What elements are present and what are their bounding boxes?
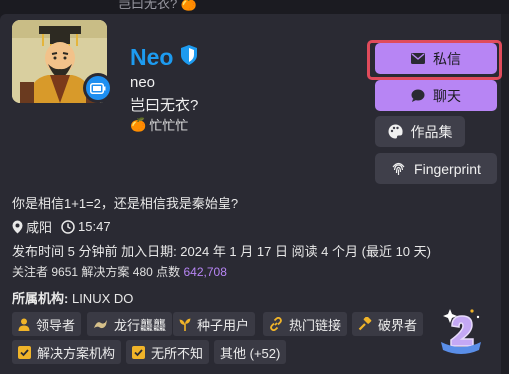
points-label: 点数: [156, 265, 181, 279]
badge-label: 龙行龘龘: [114, 317, 167, 333]
badge-hot-link[interactable]: 热门链接: [263, 312, 348, 336]
status-badge: [83, 73, 113, 103]
clock-icon: [61, 219, 75, 234]
badge-label: 种子用户: [197, 317, 250, 333]
badge-label: 破界者: [378, 317, 418, 333]
chat-button-label: 聊天: [433, 87, 461, 104]
map-pin-icon: [12, 220, 23, 234]
shield-icon: [179, 44, 199, 71]
badge-dragon[interactable]: 龙行龘龘: [87, 312, 173, 336]
badge-label: 解决方案机构: [37, 345, 116, 361]
local-time: 15:47: [78, 219, 111, 234]
hammer-icon: [358, 317, 372, 331]
display-name[interactable]: Neo: [130, 44, 173, 71]
top-bar: 岂曰无衣? 🍊: [0, 0, 509, 14]
badge-seed-user[interactable]: 种子用户: [173, 312, 256, 336]
organization: 所属机构: LINUX DO: [12, 288, 133, 307]
bio: 岂曰无衣?: [130, 97, 199, 114]
location: 咸阳: [26, 220, 53, 235]
org-value: LINUX DO: [71, 291, 134, 306]
user-status: 🍊 忙忙忙: [130, 115, 188, 134]
badge-solution-institution[interactable]: 解决方案机构: [12, 340, 122, 364]
checkbox-icon: [18, 345, 31, 359]
chat-bubble-icon: [411, 89, 425, 102]
fingerprint-button[interactable]: Fingerprint: [375, 153, 497, 184]
badge-label: 领导者: [36, 317, 76, 333]
chat-button[interactable]: 聊天: [375, 80, 497, 111]
portfolio-button[interactable]: 作品集: [375, 116, 465, 147]
badge-leader[interactable]: 领导者: [12, 312, 82, 336]
badge-label: 其他 (+52): [220, 345, 281, 361]
username: neo: [130, 74, 156, 91]
fingerprint-button-label: Fingerprint: [414, 160, 481, 177]
tangerine-icon: 🍊: [130, 116, 147, 132]
user-icon: [18, 318, 30, 331]
badge-more[interactable]: 其他 (+52): [214, 340, 287, 364]
status-text: 忙忙忙: [149, 118, 189, 133]
profile-tagline: 你是相信1+1=2，还是相信我是秦始皇?: [12, 196, 239, 211]
badge-label: 无所不知: [151, 345, 204, 361]
battery-icon: [86, 76, 110, 100]
fingerprint-icon: [391, 161, 406, 176]
name-row: Neo: [130, 44, 199, 71]
activity-meta: 发布时间 5 分钟前 加入日期: 2024 年 1 月 17 日 阅读 4 个月…: [12, 244, 431, 259]
badge-breaker[interactable]: 破界者: [352, 312, 424, 336]
checkbox-icon: [132, 345, 145, 359]
followers-count: 9651: [51, 265, 79, 279]
link-icon: [269, 317, 283, 331]
message-button-highlight: [367, 40, 502, 80]
location-time-row: 咸阳 15:47: [12, 217, 111, 236]
solutions-label: 解决方案: [81, 265, 130, 279]
badge-omniscient[interactable]: 无所不知: [126, 340, 210, 364]
org-label: 所属机构:: [12, 291, 69, 306]
sprout-icon: [179, 318, 191, 331]
dragon-icon: [93, 318, 108, 331]
stats-row: 关注者 9651 解决方案 480 点数 642,708: [12, 263, 227, 280]
top-bar-text: 岂曰无衣? 🍊: [118, 0, 198, 11]
anniversary-2-icon: [436, 306, 486, 363]
badge-label: 热门链接: [289, 317, 342, 333]
followers-label: 关注者: [12, 265, 49, 279]
points-count: 642,708: [183, 265, 227, 279]
portfolio-button-label: 作品集: [410, 123, 453, 140]
palette-icon: [388, 124, 403, 139]
solutions-count: 480: [132, 265, 153, 279]
card-scroll-edge: [501, 14, 509, 374]
